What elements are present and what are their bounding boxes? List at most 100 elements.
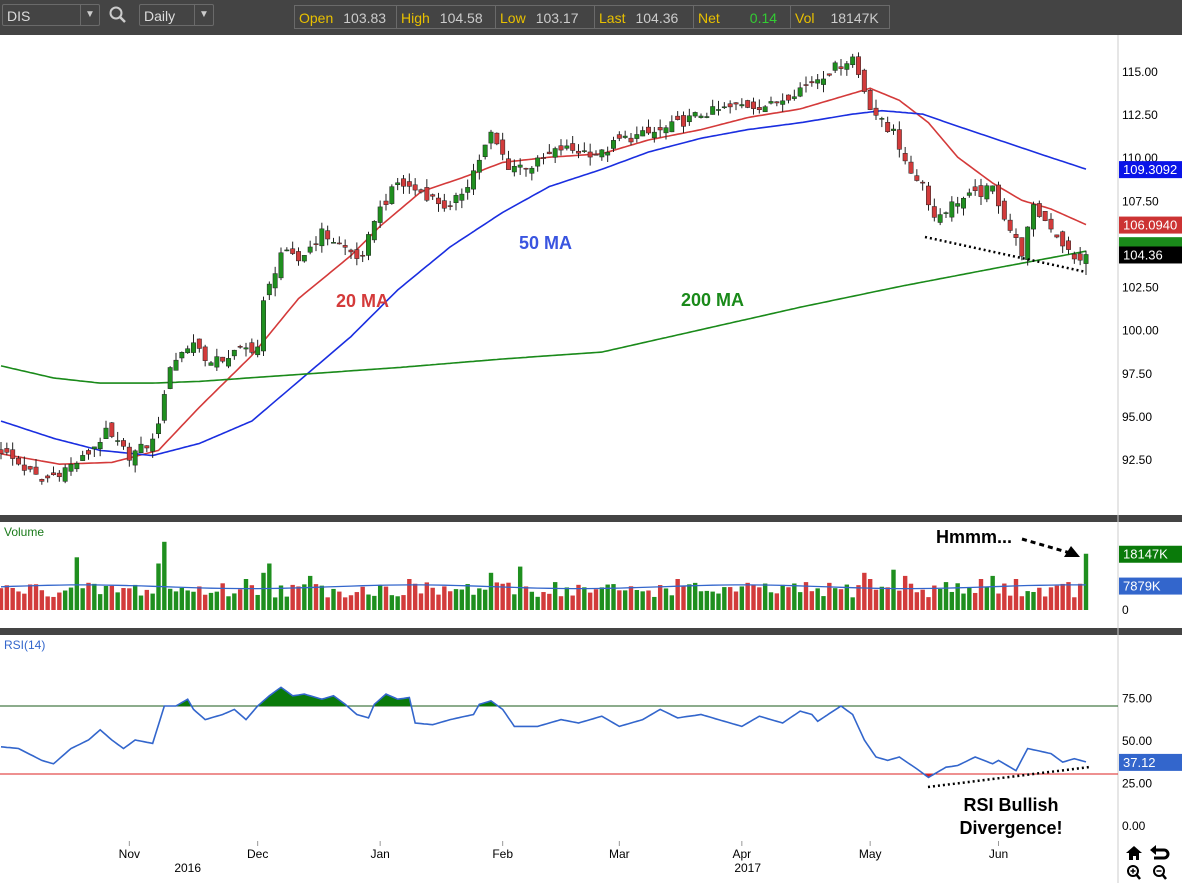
candle-body	[144, 445, 150, 449]
volume-title: Volume	[4, 525, 44, 539]
candle-body	[459, 193, 465, 201]
candle-body	[226, 358, 231, 367]
candle-body	[611, 140, 616, 149]
volume-bar	[902, 575, 908, 610]
volume-bar	[978, 579, 984, 610]
candle-body	[856, 56, 861, 75]
chevron-down-icon[interactable]: ▼	[80, 5, 99, 25]
quote-vol: Vol 18147K	[791, 6, 889, 28]
volume-bar	[570, 595, 575, 610]
candle-body	[266, 283, 272, 296]
candle-body	[272, 273, 278, 289]
volume-bar	[267, 563, 272, 610]
volume-bar	[477, 588, 482, 610]
candle-body	[1007, 219, 1013, 231]
panel-divider[interactable]	[0, 628, 1182, 635]
volume-bar	[547, 593, 552, 610]
home-icon[interactable]	[1126, 846, 1142, 860]
chevron-down-icon[interactable]: ▼	[194, 5, 213, 25]
x-tick-label: Jan	[370, 847, 389, 861]
interval-select[interactable]: Daily ▼	[139, 4, 214, 26]
volume-bar	[80, 588, 85, 610]
volume-bar	[867, 579, 873, 610]
volume-bar	[523, 586, 529, 610]
candle-body	[558, 145, 564, 151]
panel-divider[interactable]	[0, 515, 1182, 522]
x-tick-label: Dec	[247, 847, 268, 861]
candle-body	[476, 159, 482, 173]
symbol-select[interactable]: DIS ▼	[2, 4, 100, 26]
zoom-out-icon[interactable]	[1153, 865, 1167, 880]
candle-body	[751, 101, 756, 109]
quote-value: 104.36	[635, 10, 679, 26]
candle-body	[733, 102, 739, 105]
search-icon[interactable]	[108, 5, 128, 25]
candle-body	[797, 87, 803, 97]
volume-bar	[657, 585, 663, 610]
year-tick-label: 2017	[734, 861, 761, 875]
candle-body	[809, 81, 815, 84]
zoom-in-icon[interactable]	[1127, 865, 1141, 880]
volume-bar	[360, 586, 365, 610]
candle-body	[10, 449, 16, 459]
candle-body	[313, 243, 319, 245]
volume-bar	[121, 588, 126, 610]
candle-body	[838, 66, 844, 69]
interval-value: Daily	[144, 8, 176, 24]
candle-body	[354, 249, 360, 259]
candle-body	[395, 182, 401, 185]
candle-body	[762, 106, 768, 113]
volume-bar	[447, 591, 453, 610]
candle-body	[243, 347, 249, 350]
quote-value: 104.58	[439, 10, 483, 26]
candle-body	[821, 78, 826, 85]
price-tick-label: 95.00	[1122, 410, 1152, 424]
candle-body	[616, 134, 622, 139]
x-tick-label: Feb	[492, 847, 513, 861]
volume-bar	[990, 575, 995, 610]
candle-body	[33, 466, 39, 475]
volume-bar	[972, 592, 978, 610]
x-tick-label: Nov	[119, 847, 140, 861]
volume-bar	[465, 584, 470, 610]
volume-bar	[617, 590, 622, 610]
toolbar: DIS ▼ Daily ▼ Open 103.83 High 104.58 Low 1…	[0, 0, 1182, 35]
candle-body	[138, 443, 144, 453]
volume-bar	[255, 594, 260, 610]
candle-body	[1019, 237, 1025, 257]
candle-body	[74, 462, 80, 470]
candle-body	[366, 234, 371, 256]
price-tick-label: 107.50	[1122, 194, 1159, 208]
price-tick-label: 97.50	[1122, 367, 1152, 381]
candle-body	[1048, 218, 1054, 230]
candle-body	[325, 230, 331, 240]
candle-body	[949, 201, 955, 218]
price-tick-label: 100.00	[1122, 324, 1159, 338]
volume-bar	[862, 572, 867, 610]
candle-body	[867, 90, 873, 110]
candle-body	[698, 115, 704, 118]
volume-bar	[272, 597, 278, 610]
x-tick-label: May	[859, 847, 882, 861]
stock-chart[interactable]: 115.00112.50110.00107.50105.00102.50100.…	[0, 35, 1182, 883]
rsi-overbought-fill	[1, 687, 1086, 706]
volume-bar	[698, 591, 704, 610]
volume-bar	[1083, 553, 1089, 610]
volume-bar	[704, 590, 710, 610]
candle-body	[1060, 231, 1066, 247]
volume-bar	[436, 594, 441, 610]
volume-bar	[762, 583, 768, 610]
candle-body	[599, 149, 605, 158]
candle-body	[196, 338, 202, 349]
volume-bar	[908, 583, 914, 610]
candle-body	[587, 151, 593, 158]
arrow-line	[1021, 537, 1071, 555]
candle-body	[931, 206, 937, 218]
undo-icon[interactable]	[1150, 845, 1170, 860]
candle-body	[902, 153, 908, 162]
candle-body	[342, 245, 348, 248]
candle-body	[191, 342, 196, 353]
volume-bar	[1037, 587, 1042, 610]
volume-bar	[296, 586, 301, 610]
candle-body	[978, 185, 984, 197]
